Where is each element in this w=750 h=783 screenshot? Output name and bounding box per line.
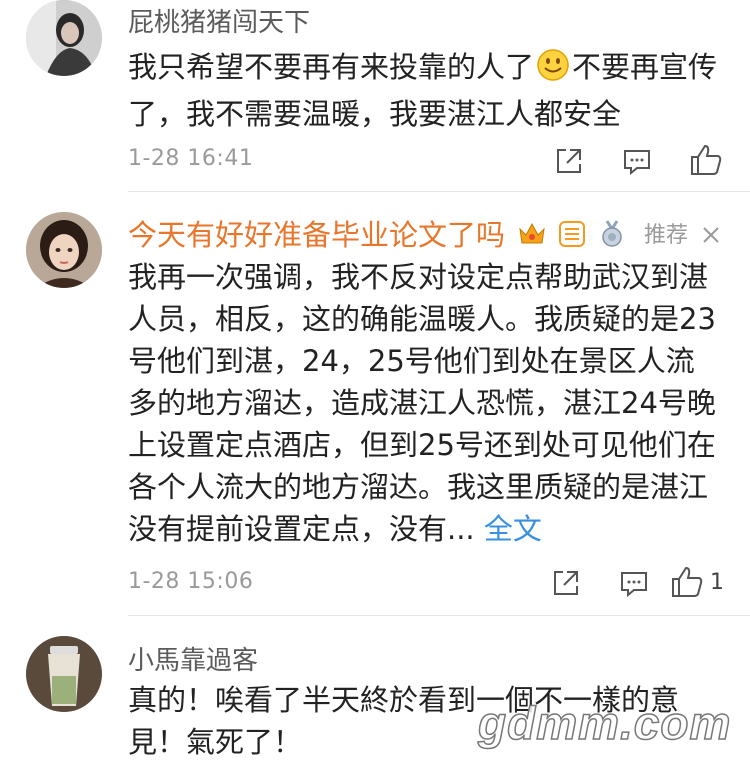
share-icon[interactable] [549,566,585,600]
yun-badge-icon [559,220,586,254]
like-icon[interactable] [688,142,724,176]
comment-text-part1: 我只希望不要再有来投靠的人了 [128,50,535,84]
divider [128,615,750,616]
timestamp: 1-28 16:41 [128,146,254,171]
username-text[interactable]: 今天有好好准备毕业论文了吗 [128,218,505,252]
watermark: gdmm.com [477,696,732,750]
comment-text: 我只希望不要再有来投靠的人了 不要再宣传了，我不需要温暖，我要湛江人都安全 [128,46,723,135]
share-icon[interactable] [552,144,588,178]
comment-icon[interactable] [620,144,656,178]
comment-2: 今天有好好准备毕业论文了吗 推荐 我再一次强调，我不反对设定点帮助武汉到湛人员，… [0,200,750,620]
avatar[interactable] [26,0,102,76]
crown-badge-icon [518,220,546,254]
comment-text-body: 我再一次强调，我不反对设定点帮助武汉到湛人员，相反，这的确能温暖人。我质疑的是2… [128,260,716,546]
comment-1: 屁桃猪猪闯天下 我只希望不要再有来投靠的人了 不要再宣传了，我不需要温暖，我要湛江… [0,0,750,190]
smile-emoji-icon [536,48,570,93]
username[interactable]: 小馬靠過客 [128,640,258,677]
avatar[interactable] [26,212,102,288]
like-icon[interactable] [669,564,705,598]
like-count: 1 [710,570,724,595]
divider [128,191,750,192]
username[interactable]: 屁桃猪猪闯天下 [128,2,310,39]
medal-badge-icon [599,219,625,255]
full-text-link[interactable]: 全文 [484,512,542,546]
comment-icon[interactable] [617,566,653,600]
comment-text: 我再一次强调，我不反对设定点帮助武汉到湛人员，相反，这的确能温暖人。我质疑的是2… [128,256,723,592]
username[interactable]: 今天有好好准备毕业论文了吗 [128,212,625,255]
avatar[interactable] [26,636,102,712]
timestamp: 1-28 15:06 [128,569,254,594]
recommend-label[interactable]: 推荐 [644,217,721,251]
close-icon[interactable] [701,225,721,251]
recommend-text: 推荐 [644,223,689,248]
